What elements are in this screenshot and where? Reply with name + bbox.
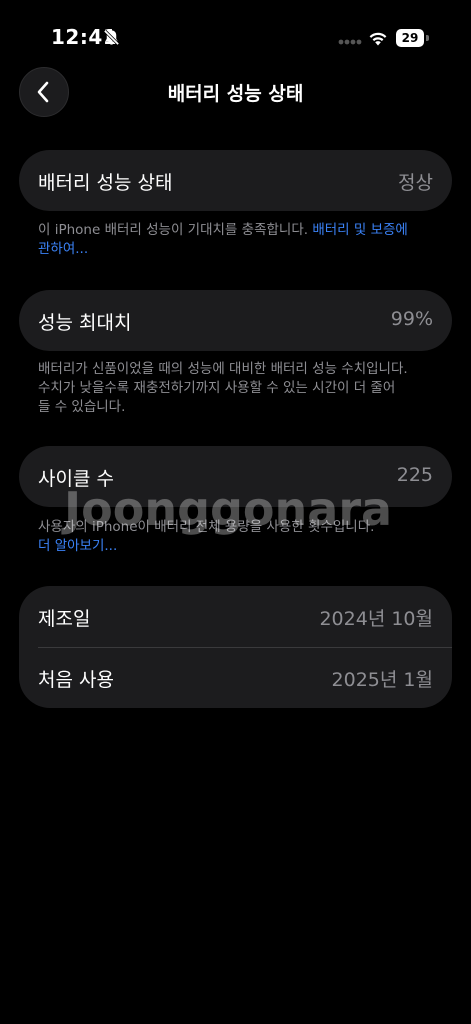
battery-health-value: 정상	[398, 172, 433, 194]
cycle-count-footnote: 사용자의 iPhone이 배터리 전체 용량을 사용한 횟수입니다. 더 알아보…	[38, 518, 438, 556]
capacity-footnote-line-3: 들 수 있습니다.	[38, 399, 126, 415]
battery-tip	[426, 35, 429, 41]
navigation-bar: 배터리 성능 상태	[0, 66, 471, 120]
maximum-capacity-card: 성능 최대치 99%	[19, 290, 452, 351]
cycle-count-row: 사이클 수 225	[19, 446, 452, 507]
battery-level: 29	[396, 29, 424, 47]
capacity-footnote-line-2: 수치가 낮을수록 재충전하기까지 사용할 수 있는 시간이 더 줄어	[38, 380, 396, 396]
manufacture-date-value: 2024년 10월	[319, 608, 433, 630]
battery-health-row: 배터리 성능 상태 정상	[19, 150, 452, 211]
maximum-capacity-label: 성능 최대치	[38, 312, 132, 334]
first-use-value: 2025년 1월	[331, 669, 433, 691]
battery-warranty-link-cont[interactable]: 관하여...	[38, 241, 88, 257]
wifi-icon	[369, 32, 387, 46]
bell-slash-icon	[103, 29, 120, 46]
maximum-capacity-value: 99%	[390, 308, 433, 330]
maximum-capacity-row: 성능 최대치 99%	[19, 290, 452, 351]
maximum-capacity-footnote: 배터리가 신품이었을 때의 성능에 대비한 배터리 성능 수치입니다. 수치가 …	[38, 360, 438, 417]
manufacture-date-row: 제조일 2024년 10월	[19, 586, 452, 647]
first-use-row: 처음 사용 2025년 1월	[19, 647, 452, 708]
cellular-signal-icon	[338, 39, 362, 45]
battery-health-card: 배터리 성능 상태 정상	[19, 150, 452, 211]
capacity-footnote-line-1: 배터리가 신품이었을 때의 성능에 대비한 배터리 성능 수치입니다.	[38, 361, 408, 377]
battery-health-label: 배터리 성능 상태	[38, 172, 173, 194]
cycle-count-card: 사이클 수 225	[19, 446, 452, 507]
cycle-count-value: 225	[396, 464, 433, 486]
dates-card: 제조일 2024년 10월 처음 사용 2025년 1월	[19, 586, 452, 708]
page-title: 배터리 성능 상태	[167, 83, 304, 105]
cycle-count-footnote-text: 사용자의 iPhone이 배터리 전체 용량을 사용한 횟수입니다.	[38, 519, 375, 535]
battery-health-footnote-text: 이 iPhone 배터리 성능이 기대치를 충족합니다.	[38, 222, 313, 238]
battery-warranty-link[interactable]: 배터리 및 보증에	[312, 222, 408, 238]
cycle-count-label: 사이클 수	[38, 468, 114, 490]
battery-health-footnote: 이 iPhone 배터리 성능이 기대치를 충족합니다. 배터리 및 보증에 관…	[38, 221, 438, 259]
first-use-label: 처음 사용	[38, 669, 114, 691]
status-bar: 12:41 29	[0, 0, 471, 70]
manufacture-date-label: 제조일	[38, 608, 91, 630]
learn-more-link[interactable]: 더 알아보기...	[38, 538, 117, 554]
battery-icon: 29	[396, 29, 430, 47]
